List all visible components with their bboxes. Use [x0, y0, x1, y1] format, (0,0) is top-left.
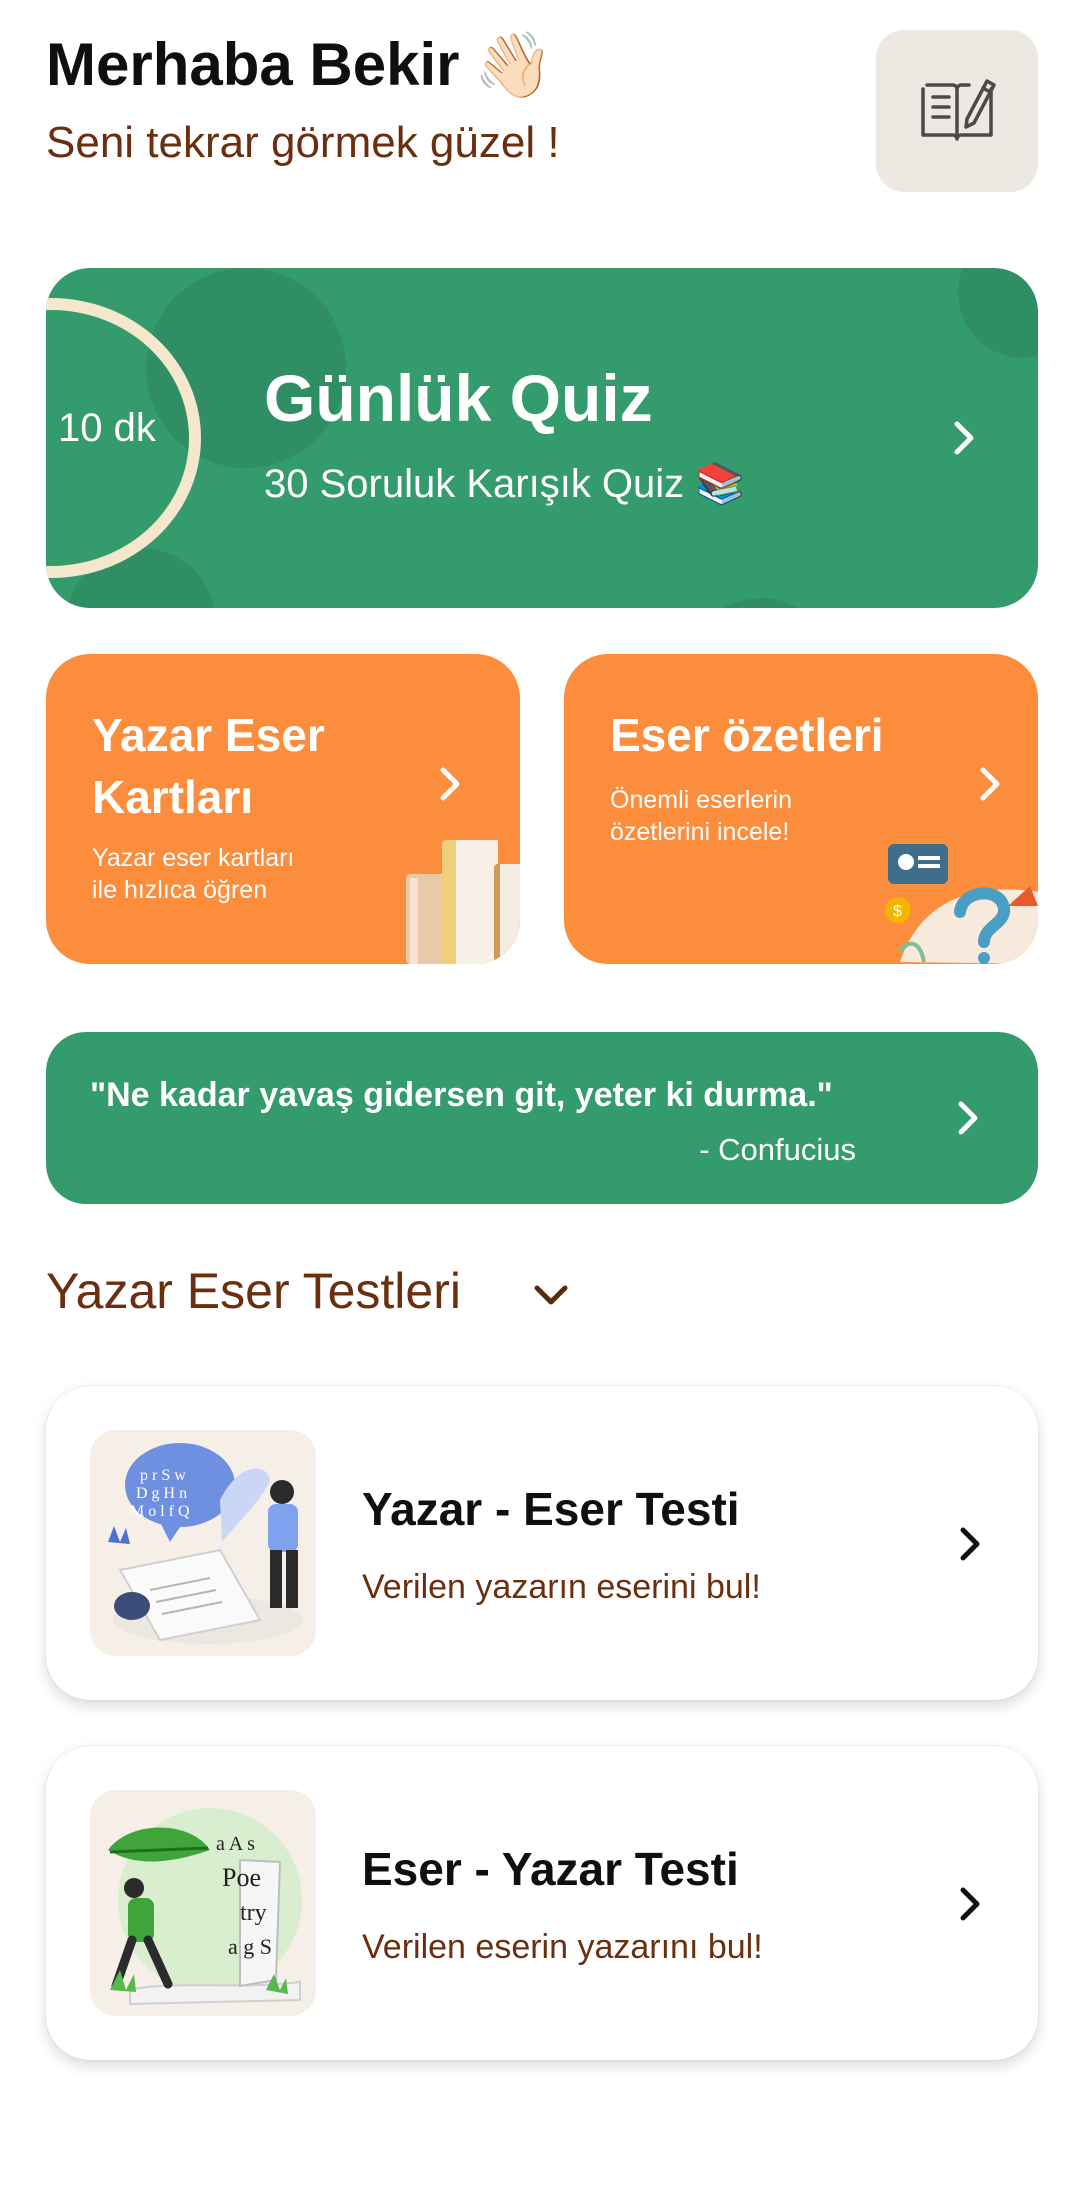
notebook-pencil-icon [921, 79, 996, 141]
greeting-subtitle: Seni tekrar görmek güzel ! [46, 118, 560, 167]
test-subtitle: Verilen eserin yazarını bul! [362, 1928, 763, 1966]
quote-author: - Confucius [699, 1132, 856, 1167]
timer-label: 10 dk [58, 406, 156, 450]
chevron-right-icon [960, 1527, 980, 1561]
greeting-heading: Merhaba Bekir 👋🏻 [46, 30, 553, 99]
svg-text:try: try [240, 1900, 267, 1926]
chevron-right-icon [440, 767, 460, 801]
svg-text:p r S w: p r S w [140, 1467, 186, 1484]
work-author-test-card[interactable]: a A s Poe try a g S Eser - Yazar Testi V… [46, 1746, 1038, 2060]
chevron-down-icon[interactable] [528, 1272, 574, 1318]
waving-hand-icon: 👋🏻 [473, 28, 554, 101]
svg-text:M o l f Q: M o l f Q [130, 1503, 190, 1520]
work-author-test-thumbnail: a A s Poe try a g S [90, 1790, 316, 2016]
chevron-right-icon [958, 1101, 978, 1135]
section-title: Yazar Eser Testleri [46, 1263, 461, 1319]
author-work-cards-card[interactable]: Yazar Eser Kartları Yazar eser kartları … [46, 654, 520, 964]
chevron-right-icon [954, 421, 974, 455]
test-subtitle: Verilen yazarın eserini bul! [362, 1568, 761, 1606]
daily-quiz-title: Günlük Quiz [264, 361, 653, 435]
author-work-test-card[interactable]: p r S w D g H n M o l f Q Yazar - Eser T… [46, 1386, 1038, 1700]
quote-text: "Ne kadar yavaş gidersen git, yeter ki d… [90, 1076, 833, 1114]
summary-illustration-icon: $ [885, 844, 1038, 964]
test-title: Yazar - Eser Testi [362, 1483, 740, 1535]
card-description: Yazar eser kartları ile hızlıca öğren [92, 844, 295, 904]
chevron-right-icon [980, 767, 1000, 801]
svg-text:$: $ [893, 903, 902, 920]
books-icon [406, 840, 520, 964]
greeting-text: Merhaba Bekir [46, 31, 460, 98]
quote-card[interactable]: "Ne kadar yavaş gidersen git, yeter ki d… [46, 1032, 1038, 1204]
svg-text:a A s: a A s [216, 1833, 255, 1855]
decor-circle [686, 598, 836, 608]
daily-quiz-subtitle: 30 Soruluk Karışık Quiz 📚 [264, 462, 746, 506]
card-title: Eser özetleri [610, 709, 884, 761]
notes-button[interactable] [876, 30, 1038, 192]
svg-text:D g H n: D g H n [136, 1485, 187, 1502]
decor-circle [958, 268, 1038, 358]
test-title: Eser - Yazar Testi [362, 1843, 739, 1895]
card-description: Önemli eserlerin özetlerini incele! [610, 786, 793, 846]
daily-quiz-card[interactable]: 10 dk Günlük Quiz 30 Soruluk Karışık Qui… [46, 268, 1038, 608]
svg-text:a g S: a g S [228, 1934, 272, 1959]
svg-text:Poe: Poe [222, 1863, 261, 1892]
card-title: Yazar Eser Kartları [92, 709, 325, 823]
work-summaries-card[interactable]: Eser özetleri Önemli eserlerin özetlerin… [564, 654, 1038, 964]
chevron-right-icon [960, 1887, 980, 1921]
author-work-test-thumbnail: p r S w D g H n M o l f Q [90, 1430, 316, 1656]
